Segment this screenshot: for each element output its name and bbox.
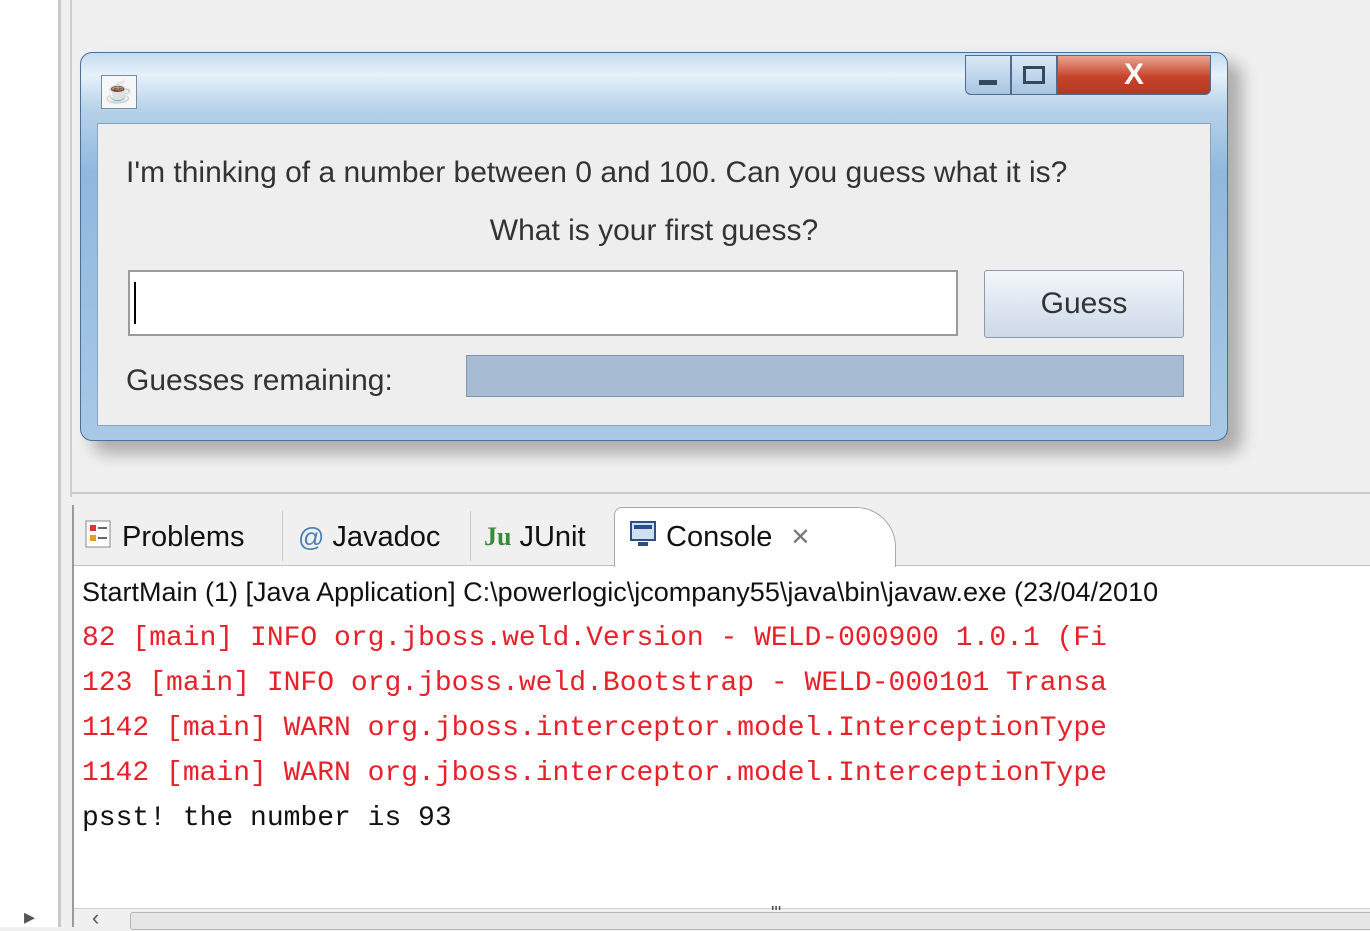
remaining-progress-bar xyxy=(466,355,1184,397)
window-controls: X xyxy=(965,55,1211,99)
remaining-label: Guesses remaining: xyxy=(126,364,393,397)
console-line: 82 [main] INFO org.jboss.weld.Version - … xyxy=(82,623,1107,654)
progress-fill xyxy=(467,356,1183,396)
horizontal-scrollbar[interactable]: ‹ ''' xyxy=(74,903,1370,931)
close-icon: X xyxy=(1123,58,1144,91)
junit-icon: Ju xyxy=(484,522,512,551)
scroll-thumb[interactable]: ''' xyxy=(130,903,1370,930)
tab-label: Problems xyxy=(122,520,245,553)
minimize-button[interactable] xyxy=(965,55,1011,95)
left-panel xyxy=(0,0,58,927)
launch-info: StartMain (1) [Java Application] C:\powe… xyxy=(82,577,1159,607)
console-line: 123 [main] INFO org.jboss.weld.Bootstrap… xyxy=(82,668,1107,699)
scroll-grip: ''' xyxy=(771,903,782,923)
message-label: I'm thinking of a number between 0 and 1… xyxy=(126,156,1068,189)
scroll-left-icon[interactable]: ‹ xyxy=(92,905,99,931)
editor-border xyxy=(70,0,72,497)
console-line: 1142 [main] WARN org.jboss.interceptor.m… xyxy=(82,758,1107,789)
console-view: Problems @ Javadoc Ju JUnit Console ✕ St… xyxy=(72,505,1370,931)
minimize-icon xyxy=(979,79,997,85)
dialog-content: I'm thinking of a number between 0 and 1… xyxy=(97,123,1211,426)
editor-bottom-border xyxy=(72,492,1370,494)
tab-junit[interactable]: Ju JUnit xyxy=(484,509,586,565)
tab-separator xyxy=(470,511,471,561)
problems-icon xyxy=(84,519,114,556)
guess-input[interactable] xyxy=(128,270,958,336)
tab-javadoc[interactable]: @ Javadoc xyxy=(298,509,440,565)
maximize-icon xyxy=(1023,66,1045,84)
panel-divider xyxy=(58,0,61,927)
tab-label: Console xyxy=(666,520,773,553)
maximize-button[interactable] xyxy=(1011,55,1057,95)
tab-label: Javadoc xyxy=(332,520,441,553)
expand-arrow-icon[interactable]: ▸ xyxy=(24,904,35,930)
prompt-label: What is your first guess? xyxy=(489,214,819,247)
guess-dialog: ☕ X I'm thinking of a number between 0 a… xyxy=(80,52,1228,441)
java-icon: ☕ xyxy=(101,75,137,109)
at-icon: @ xyxy=(298,521,325,552)
text-caret xyxy=(134,282,136,324)
tab-label: JUnit xyxy=(519,520,586,553)
close-tab-icon[interactable]: ✕ xyxy=(790,523,810,552)
console-line: 1142 [main] WARN org.jboss.interceptor.m… xyxy=(82,713,1107,744)
tab-separator xyxy=(282,511,283,561)
close-button[interactable]: X xyxy=(1057,55,1211,95)
guess-button[interactable]: Guess xyxy=(984,270,1184,338)
console-line: psst! the number is 93 xyxy=(82,803,452,834)
tab-problems[interactable]: Problems xyxy=(84,509,245,565)
tab-console[interactable]: Console ✕ xyxy=(628,509,811,565)
view-tab-bar: Problems @ Javadoc Ju JUnit Console ✕ xyxy=(74,505,1370,567)
console-icon xyxy=(628,519,658,556)
